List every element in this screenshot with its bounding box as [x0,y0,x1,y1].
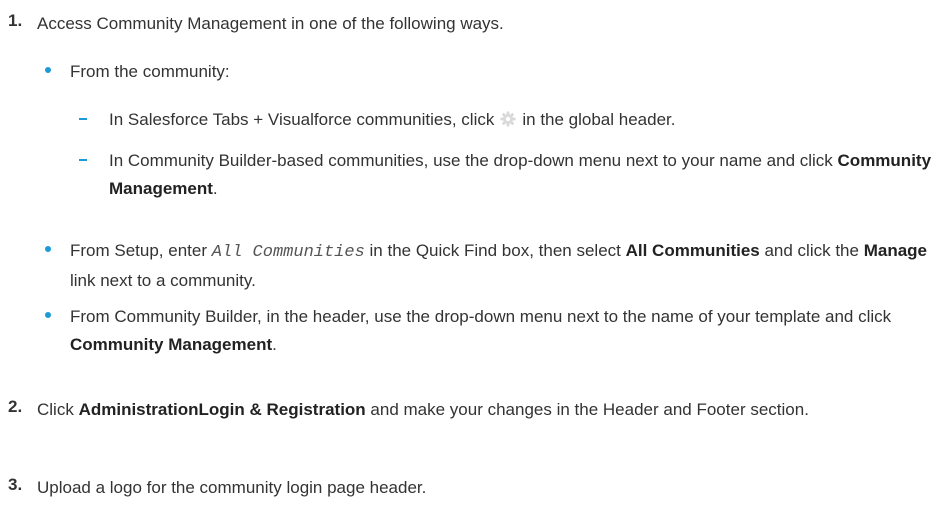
bullet-text-after: . [272,335,277,354]
manage-label: Manage [863,241,927,260]
subitem-text: In Community Builder-based communities, … [109,147,938,203]
bullet-dot [45,67,51,73]
bullet-text-middle2: and click the [764,241,859,260]
step-text-after: and make your changes in the Header and … [370,400,809,419]
code-all-communities: All Communities [211,243,365,262]
step-text: Click AdministrationLogin & Registration… [37,397,942,423]
subitem-text-before: In Salesforce Tabs + Visualforce communi… [109,110,495,129]
bullet-text: From Setup, enter All Communities in the… [70,237,938,295]
subitem-text-before: In Community Builder-based communities, … [109,151,833,170]
step-text: Access Community Management in one of th… [37,14,504,33]
subitem-text-after: in the global header. [522,110,676,129]
step-number: 2. [8,397,23,416]
bullet-text-middle: in the Quick Find box, then select [369,241,621,260]
subitem-text-after: . [212,179,218,198]
community-management-label: Community Management [70,335,273,354]
all-communities-label: All Communities [625,241,760,260]
bullet-dot [45,246,51,252]
bullet-text-before: From Setup, enter [70,241,208,260]
step-text: Upload a logo for the community login pa… [37,478,427,497]
bullet-text: From Community Builder, in the header, u… [70,303,938,359]
dash-marker [79,118,87,120]
step-text-before: Click [37,400,74,419]
dash-marker [79,159,87,161]
step-number: 1. [8,11,23,30]
gear-icon [500,111,516,127]
bullet-text-before: From Community Builder, in the header, u… [70,307,892,326]
administration-login-registration-label: AdministrationLogin & Registration [78,400,366,419]
bullet-dot [45,312,51,318]
bullet-text-after: link next to a community. [70,271,256,290]
subitem-text: In Salesforce Tabs + Visualforce communi… [109,106,938,134]
bullet-text: From the community: [70,62,230,81]
step-number: 3. [8,475,23,494]
